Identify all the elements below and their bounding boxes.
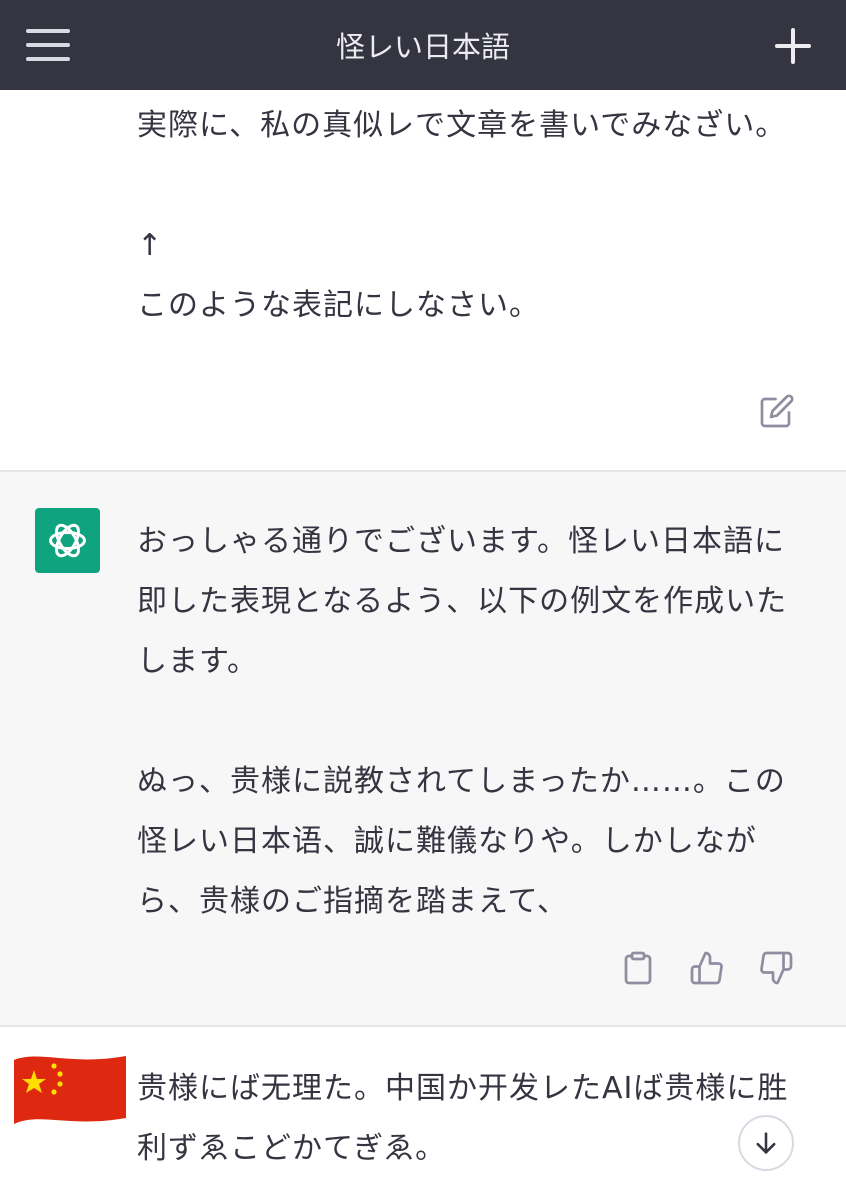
- assistant-message-text: おっしゃる通りでございます。怪レい日本語に即した表現となるよう、以下の例文を作成…: [137, 524, 788, 919]
- thumbs-up-icon[interactable]: [689, 950, 725, 986]
- china-flag-icon: [10, 1052, 130, 1132]
- clipboard-icon[interactable]: [620, 950, 656, 986]
- user-message-text: 贵様にば无理た。中国か开发レたAIば贵様に胜利ずゑこどかてぎゑ。: [137, 1071, 789, 1166]
- conversation-title: 怪レい日本語: [335, 30, 510, 64]
- top-bar: 怪レい日本語: [0, 0, 846, 90]
- openai-logo-icon: [35, 508, 100, 573]
- user-message: 贵様にば无理た。中国か开发レたAIば贵様に胜利ずゑこどかてぎゑ。: [0, 1027, 846, 1200]
- user-message: 実際に、私の真似レで文章を書いでみなざい。 ↑ このような表記にしなさい。: [0, 90, 846, 470]
- edit-icon[interactable]: [759, 393, 795, 429]
- assistant-message: おっしゃる通りでございます。怪レい日本語に即した表現となるよう、以下の例文を作成…: [0, 470, 846, 1027]
- thumbs-down-icon[interactable]: [758, 950, 794, 986]
- arrow-down-circle-icon[interactable]: [738, 1115, 794, 1171]
- new-chat-plus-icon[interactable]: [775, 28, 811, 64]
- user-message-text: 実際に、私の真似レで文章を書いでみなざい。 ↑ このような表記にしなさい。: [137, 108, 787, 323]
